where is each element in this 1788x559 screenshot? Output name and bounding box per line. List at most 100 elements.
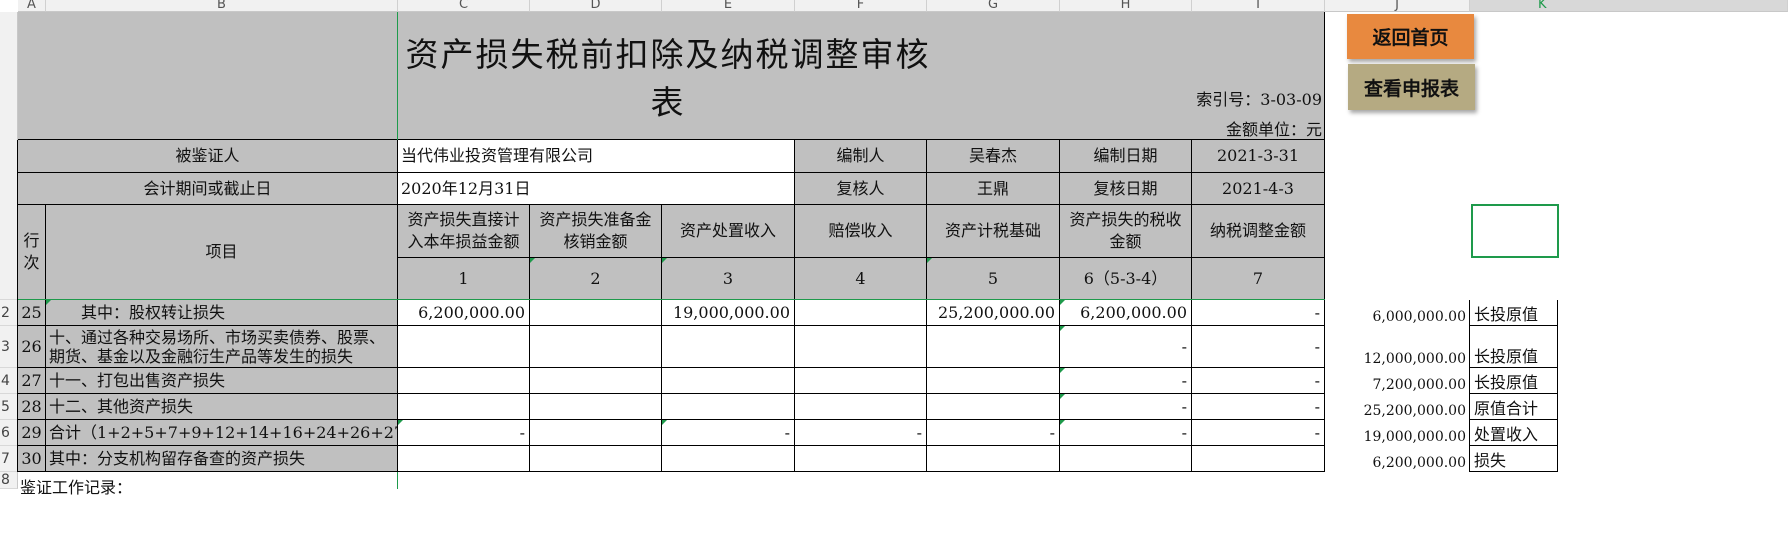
auditee-value[interactable]: 当代伟业投资管理有限公司 (398, 140, 795, 173)
column-header-d[interactable]: D (530, 0, 662, 12)
row-value[interactable]: - (795, 420, 927, 446)
column-number-7: 7 (1192, 258, 1325, 300)
row-no-header: 行次 (18, 205, 46, 300)
row-value[interactable] (662, 394, 795, 420)
row-value[interactable]: - (1060, 394, 1192, 420)
row-value[interactable] (1060, 446, 1192, 472)
column-header-f[interactable]: F (795, 0, 927, 12)
row-value[interactable] (398, 446, 530, 472)
row-header[interactable] (0, 12, 18, 300)
row-item[interactable]: 其中：分支机构留存备查的资产损失 (46, 446, 398, 472)
row-item[interactable]: 十二、其他资产损失 (46, 394, 398, 420)
column-header-i[interactable]: I (1192, 0, 1325, 12)
row-value[interactable] (530, 446, 662, 472)
row-value[interactable]: - (1192, 394, 1325, 420)
prep-date-label: 编制日期 (1060, 140, 1192, 173)
home-button[interactable]: 返回首页 (1347, 14, 1474, 59)
row-value[interactable] (398, 326, 530, 368)
row-item[interactable]: 合计（1+2+5+7+9+12+14+16+24+26+27+28） (46, 420, 398, 446)
side-tag[interactable]: 处置收入 (1470, 425, 1538, 445)
row-value[interactable] (398, 368, 530, 394)
side-tag[interactable]: 长投原值 (1470, 305, 1538, 325)
preparer-value[interactable]: 吴春杰 (927, 140, 1060, 173)
row-value[interactable]: - (1192, 326, 1325, 368)
row-value[interactable] (795, 368, 927, 394)
row-item[interactable]: 其中：股权转让损失 (46, 300, 398, 326)
side-tag[interactable]: 原值合计 (1470, 399, 1538, 419)
period-label: 会计期间或截止日 (18, 173, 398, 205)
column-header-g[interactable]: G (927, 0, 1060, 12)
row-item[interactable]: 十、通过各种交易场所、市场买卖债券、股票、期货、基金以及金融衍生产品等发生的损失 (46, 326, 398, 368)
row-header[interactable]: 4 (0, 368, 18, 394)
row-value[interactable]: - (927, 420, 1060, 446)
row-value[interactable] (795, 446, 927, 472)
prep-date-value[interactable]: 2021-3-31 (1192, 140, 1325, 173)
column-header-h[interactable]: H (1060, 0, 1192, 12)
cell-comment-marker (1060, 394, 1065, 399)
column-header-3: 资产处置收入 (662, 205, 795, 258)
row-value[interactable] (795, 394, 927, 420)
column-header-c[interactable]: C (398, 0, 530, 12)
row-value[interactable]: - (662, 420, 795, 446)
index-number: 索引号：3-03-09 (1196, 90, 1322, 109)
view-report-button[interactable]: 查看申报表 (1348, 64, 1475, 110)
row-header[interactable]: 7 (0, 446, 18, 472)
selected-cell[interactable] (1471, 204, 1559, 258)
row-value[interactable] (530, 394, 662, 420)
row-value[interactable]: - (1060, 420, 1192, 446)
row-value[interactable] (662, 446, 795, 472)
period-value[interactable]: 2020年12月31日 (398, 173, 795, 205)
row-value[interactable]: 6,200,000.00 (1060, 300, 1192, 326)
column-header-j[interactable]: J (1325, 0, 1470, 12)
review-date-value[interactable]: 2021-4-3 (1192, 173, 1325, 205)
row-value[interactable] (927, 394, 1060, 420)
row-value[interactable] (795, 326, 927, 368)
row-value[interactable]: 6,200,000.00 (398, 300, 530, 326)
row-value[interactable]: - (1192, 368, 1325, 394)
side-value[interactable]: 6,000,000.00 (1330, 308, 1466, 326)
row-value[interactable] (398, 394, 530, 420)
cell-comment-marker (927, 258, 932, 263)
row-header[interactable]: 8 (0, 472, 18, 489)
row-value[interactable] (530, 368, 662, 394)
row-header[interactable]: 3 (0, 326, 18, 368)
row-value[interactable] (530, 420, 662, 446)
row-value[interactable] (1192, 446, 1325, 472)
column-header-2: 资产损失准备金核销金额 (530, 205, 662, 258)
row-value[interactable] (662, 326, 795, 368)
side-value[interactable]: 25,200,000.00 (1330, 402, 1466, 420)
row-value[interactable] (530, 300, 662, 326)
column-header-b[interactable]: B (46, 0, 398, 12)
reviewer-value[interactable]: 王鼎 (927, 173, 1060, 205)
row-value[interactable] (927, 368, 1060, 394)
row-item[interactable]: 十一、打包出售资产损失 (46, 368, 398, 394)
row-value[interactable]: - (398, 420, 530, 446)
row-value[interactable] (795, 300, 927, 326)
side-value[interactable]: 19,000,000.00 (1330, 428, 1466, 446)
side-tag[interactable]: 长投原值 (1470, 373, 1538, 393)
side-value[interactable]: 6,200,000.00 (1330, 454, 1466, 472)
column-header-k[interactable]: K (1470, 0, 1788, 12)
cell-comment-marker (1060, 326, 1065, 331)
side-value[interactable]: 12,000,000.00 (1330, 350, 1466, 368)
row-value[interactable] (530, 326, 662, 368)
row-value[interactable]: - (1192, 300, 1325, 326)
row-header[interactable]: 6 (0, 420, 18, 446)
side-tag[interactable]: 损失 (1470, 451, 1506, 471)
row-value[interactable] (927, 446, 1060, 472)
row-value[interactable]: - (1192, 420, 1325, 446)
row-value[interactable]: - (1060, 368, 1192, 394)
row-value[interactable]: 25,200,000.00 (927, 300, 1060, 326)
row-value[interactable] (927, 326, 1060, 368)
row-number: 25 (18, 300, 46, 326)
column-header-a[interactable]: A (18, 0, 46, 12)
row-value[interactable]: 19,000,000.00 (662, 300, 795, 326)
row-header[interactable]: 5 (0, 394, 18, 420)
side-value[interactable]: 7,200,000.00 (1330, 376, 1466, 394)
row-value[interactable] (662, 368, 795, 394)
row-header[interactable]: 2 (0, 300, 18, 326)
side-tag[interactable]: 长投原值 (1470, 347, 1538, 367)
row-value[interactable]: - (1060, 326, 1192, 368)
column-header-4: 赔偿收入 (795, 205, 927, 258)
column-header-e[interactable]: E (662, 0, 795, 12)
